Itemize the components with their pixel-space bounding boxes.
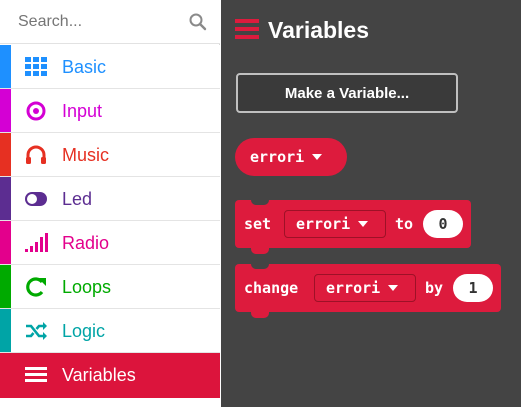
category-color-stripe xyxy=(0,265,11,308)
category-loops[interactable]: Loops xyxy=(0,265,220,309)
set-keyword: set xyxy=(244,215,272,233)
category-color-stripe xyxy=(0,89,11,132)
sidebar-scroll-remainder xyxy=(0,398,220,407)
change-keyword: change xyxy=(244,279,299,297)
variable-reporter-block[interactable]: errori xyxy=(235,138,347,176)
variables-flyout: Variables Make a Variable... errori set … xyxy=(221,0,521,407)
block-notch xyxy=(251,263,269,269)
category-label: Radio xyxy=(62,233,110,253)
shuffle-icon xyxy=(26,322,47,340)
category-input[interactable]: Input xyxy=(0,89,220,133)
grid-icon xyxy=(25,57,47,76)
list-icon xyxy=(235,19,259,39)
to-keyword: to xyxy=(395,215,414,233)
category-color-stripe xyxy=(0,45,11,88)
target-icon xyxy=(26,101,46,121)
category-label: Variables xyxy=(62,365,136,385)
toggle-icon xyxy=(25,192,47,206)
category-led[interactable]: Led xyxy=(0,177,220,221)
headphones-icon xyxy=(26,145,46,164)
search-bar xyxy=(0,0,220,44)
dropdown-caret-icon xyxy=(312,154,323,160)
category-label: Loops xyxy=(62,277,112,297)
category-radio[interactable]: Radio xyxy=(0,221,220,265)
by-keyword: by xyxy=(425,279,444,297)
category-label: Led xyxy=(62,189,93,209)
category-label: Basic xyxy=(62,57,107,77)
category-label: Logic xyxy=(62,321,106,341)
category-color-stripe xyxy=(0,309,11,352)
set-variable-block[interactable]: set errori to 0 xyxy=(235,199,471,254)
category-label: Input xyxy=(62,101,103,121)
value-input[interactable]: 1 xyxy=(453,274,493,302)
category-color-stripe xyxy=(0,133,11,176)
variable-name: errori xyxy=(326,279,381,297)
block-tab xyxy=(251,311,269,318)
variable-name: errori xyxy=(250,148,305,166)
block-tab xyxy=(251,247,269,254)
signal-bars-icon xyxy=(25,233,48,252)
category-label: Music xyxy=(62,145,110,165)
search-input[interactable] xyxy=(8,6,183,38)
category-color-stripe xyxy=(0,221,11,264)
search-icon[interactable] xyxy=(188,12,208,32)
loop-arrow-icon xyxy=(26,277,46,297)
category-music[interactable]: Music xyxy=(0,133,220,177)
flyout-title: Variables xyxy=(268,17,370,43)
window-edge xyxy=(521,0,526,407)
category-logic[interactable]: Logic xyxy=(0,309,220,353)
variable-dropdown[interactable]: errori xyxy=(314,274,416,302)
change-variable-block[interactable]: change errori by 1 xyxy=(235,263,501,318)
toolbox-sidebar: Basic Input Music Led xyxy=(0,0,220,407)
category-basic[interactable]: Basic xyxy=(0,45,220,89)
category-variables[interactable]: Variables xyxy=(0,353,220,398)
variable-name: errori xyxy=(296,215,351,233)
block-notch xyxy=(251,199,269,205)
list-icon xyxy=(25,367,47,382)
variable-dropdown[interactable]: errori xyxy=(284,210,386,238)
dropdown-caret-icon xyxy=(358,221,369,227)
value-input[interactable]: 0 xyxy=(423,210,463,238)
category-color-stripe xyxy=(0,177,11,220)
make-variable-button[interactable]: Make a Variable... xyxy=(236,73,458,113)
dropdown-caret-icon xyxy=(388,285,399,291)
